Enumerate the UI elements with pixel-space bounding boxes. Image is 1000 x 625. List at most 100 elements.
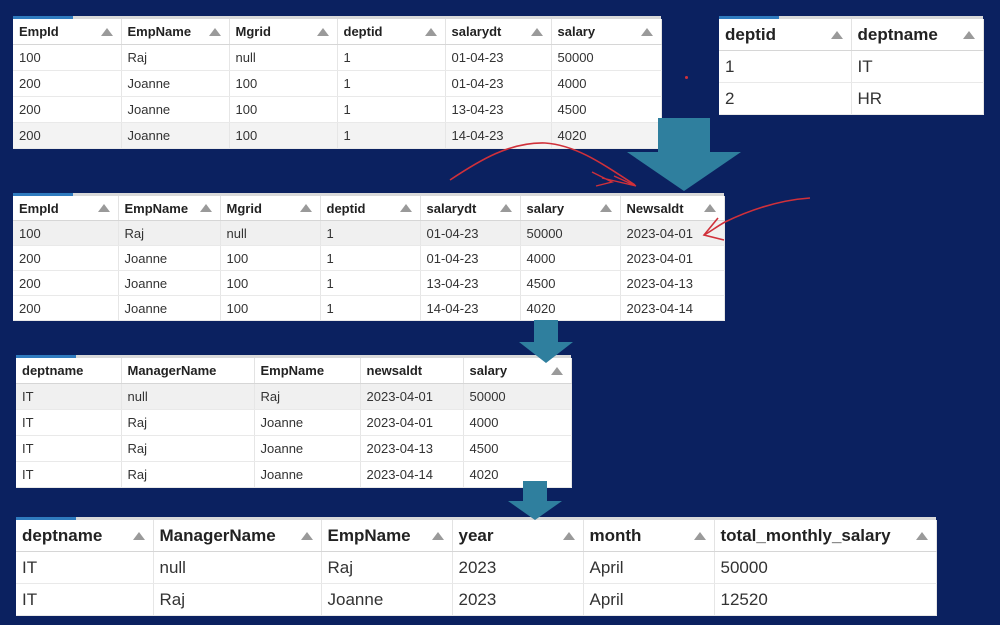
sort-icon[interactable] [830,30,843,39]
sort-icon[interactable] [299,204,312,212]
header-label: deptname [22,363,84,378]
table-cell: 2023-04-01 [360,409,464,436]
column-header-empname[interactable]: EmpName [321,520,453,552]
table-cell: 13-04-23 [420,270,521,296]
table-cell: 2023-04-14 [360,461,464,488]
table-cell: 50000 [551,44,662,71]
header-label: deptid [343,24,383,39]
sort-icon[interactable] [199,204,212,212]
table-row: 200 Joanne 100 1 01-04-23 4000 [13,70,662,97]
header-label: EmpName [124,200,189,216]
sort-icon[interactable] [693,531,706,540]
column-header-empname[interactable]: EmpName [254,358,361,384]
column-header-managername[interactable]: ManagerName [121,358,255,384]
table-cell: Raj [321,551,453,584]
column-header-salarydt[interactable]: salarydt [445,19,552,45]
table-cell: Joanne [118,270,221,296]
sort-icon[interactable] [599,204,612,212]
header-label: month [589,525,642,545]
column-header-mgrid[interactable]: Mgrid [220,196,321,221]
header-label: EmpId [19,200,59,216]
sort-icon[interactable] [915,531,928,540]
column-header-salary[interactable]: salary [551,19,662,45]
sort-icon[interactable] [132,531,145,540]
column-header-total-monthly-salary[interactable]: total_monthly_salary [714,520,937,552]
table-cell: 2023-04-01 [360,383,464,410]
table-cell: 2023-04-01 [620,220,725,246]
column-header-empid[interactable]: EmpId [13,19,122,45]
sort-icon[interactable] [550,366,563,375]
sort-icon[interactable] [562,531,575,540]
table-row: 200 Joanne 100 1 13-04-23 4500 2023-04-1… [13,270,725,296]
table-cell: 100 [220,270,321,296]
sort-icon[interactable] [431,531,444,540]
column-header-deptid[interactable]: deptid [320,196,421,221]
sort-icon[interactable] [97,204,110,212]
table-row: 200 Joanne 100 1 01-04-23 4000 2023-04-0… [13,245,725,271]
table-cell: 01-04-23 [420,245,521,271]
column-header-deptid[interactable]: deptid [337,19,446,45]
sort-icon[interactable] [640,27,653,36]
table-cell: 50000 [520,220,621,246]
column-header-deptname[interactable]: deptname [851,19,984,51]
column-header-deptname[interactable]: deptname [16,358,122,384]
column-header-year[interactable]: year [452,520,584,552]
table-cell: 100 [220,245,321,271]
table-row: IT null Raj 2023-04-01 50000 [16,383,572,410]
sort-icon[interactable] [530,27,543,36]
table-cell: 2023 [452,551,584,584]
table-cell: 1 [719,50,852,83]
sort-icon[interactable] [300,531,313,540]
sort-icon[interactable] [424,27,437,36]
table-cell: 14-04-23 [420,295,521,321]
table-row: IT Raj Joanne 2023-04-01 4000 [16,409,572,436]
column-header-empname[interactable]: EmpName [121,19,230,45]
column-header-empid[interactable]: EmpId [13,196,119,221]
table-cell: 01-04-23 [445,44,552,71]
table-cell: 2023-04-13 [620,270,725,296]
table-cell: April [583,583,715,616]
header-label: deptname [857,24,938,44]
column-header-salary[interactable]: salary [520,196,621,221]
sort-icon[interactable] [316,27,329,36]
column-header-deptid[interactable]: deptid [719,19,852,51]
sort-icon[interactable] [100,27,113,36]
column-header-salarydt[interactable]: salarydt [420,196,521,221]
header-label: EmpName [327,525,411,545]
sort-icon[interactable] [399,204,412,212]
header-label: ManagerName [159,525,276,545]
sort-icon[interactable] [962,30,975,39]
header-label: deptname [22,525,103,545]
table-cell: 14-04-23 [445,122,552,149]
column-header-mgrid[interactable]: Mgrid [229,19,338,45]
table-cell: 1 [320,270,421,296]
table-cell: 4000 [463,409,572,436]
table-cell: Joanne [321,583,453,616]
column-header-managername[interactable]: ManagerName [153,520,322,552]
table-cell: null [121,383,255,410]
monthly-salary-table: deptname ManagerName EmpName year month … [16,517,937,616]
table-row: 100 Raj null 1 01-04-23 50000 [13,44,662,71]
header-label: year [458,525,494,545]
employee-table: EmpId EmpName Mgrid deptid salarydt sala… [13,16,662,149]
column-header-newsaldt[interactable]: Newsaldt [620,196,725,221]
column-header-deptname[interactable]: deptname [16,520,154,552]
table-cell: Raj [121,44,230,71]
sort-icon[interactable] [499,204,512,212]
table-cell: Joanne [121,70,230,97]
table-cell: 4000 [551,70,662,97]
column-header-newsaldt[interactable]: newsaldt [360,358,464,384]
table-cell: 1 [320,295,421,321]
table-cell: 100 [13,44,122,71]
sort-icon[interactable] [208,27,221,36]
down-arrow-icon [508,481,562,520]
sort-icon[interactable] [703,204,716,212]
table-cell: 1 [337,44,446,71]
table-cell: Joanne [118,245,221,271]
table-cell: 1 [337,122,446,149]
column-header-empname[interactable]: EmpName [118,196,221,221]
joined-table: deptname ManagerName EmpName newsaldt sa… [16,355,572,488]
header-label: deptid [725,24,776,44]
column-header-month[interactable]: month [583,520,715,552]
header-label: EmpName [127,24,192,39]
